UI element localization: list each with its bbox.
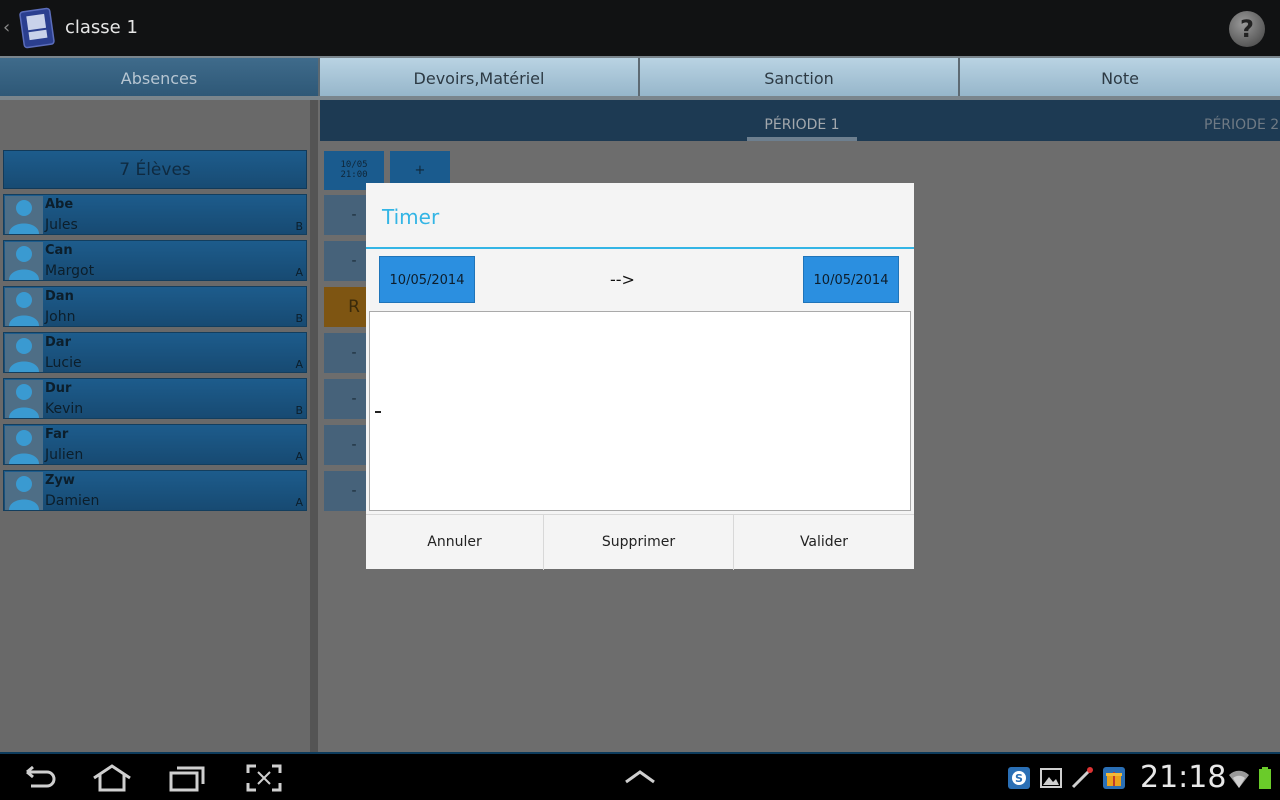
avatar-icon — [5, 334, 43, 372]
avatar-icon — [5, 380, 43, 418]
student-first-name: Kevin — [45, 401, 84, 417]
student-group: B — [295, 220, 303, 233]
back-icon[interactable] — [19, 764, 59, 792]
avatar-icon — [5, 426, 43, 464]
pen-icon[interactable] — [1070, 766, 1094, 790]
validate-button[interactable]: Valider — [734, 515, 914, 570]
period-tab-bar: PÉRIODE 1 PÉRIODE 2 — [320, 100, 1280, 141]
student-last-name: Dan — [45, 289, 74, 304]
students-count-header[interactable]: 7 Élèves — [3, 150, 307, 189]
tab-bar: Absences Devoirs,Matériel Sanction Note — [0, 56, 1280, 100]
timer-dialog: Timer 10/05/2014 --> 10/05/2014 Annuler … — [366, 183, 914, 570]
student-row[interactable]: Abe Jules B — [3, 194, 307, 235]
up-chevron-icon[interactable] — [620, 764, 660, 792]
student-last-name: Dur — [45, 381, 72, 396]
action-bar: ‹ classe 1 ? — [0, 0, 1280, 56]
gift-icon[interactable] — [1102, 766, 1126, 790]
student-last-name: Zyw — [45, 473, 75, 488]
tab-note[interactable]: Note — [960, 58, 1280, 96]
session-date: 10/05 — [340, 160, 368, 170]
student-group: A — [295, 496, 303, 509]
student-row[interactable]: Far Julien A — [3, 424, 307, 465]
student-first-name: Jules — [45, 217, 78, 233]
student-group: A — [295, 450, 303, 463]
delete-button[interactable]: Supprimer — [544, 515, 734, 570]
student-row[interactable]: Dar Lucie A — [3, 332, 307, 373]
app-title: classe 1 — [65, 17, 138, 38]
student-first-name: Damien — [45, 493, 100, 509]
skype-icon[interactable]: S — [1007, 766, 1031, 790]
cancel-button[interactable]: Annuler — [366, 515, 544, 570]
avatar-icon — [5, 196, 43, 234]
student-group: B — [295, 404, 303, 417]
avatar-icon — [5, 242, 43, 280]
end-date-button[interactable]: 10/05/2014 — [803, 256, 899, 303]
text-cursor — [375, 411, 381, 413]
student-group: B — [295, 312, 303, 325]
dialog-title-divider — [366, 247, 914, 249]
comment-textarea[interactable] — [369, 311, 911, 511]
avatar-icon — [5, 472, 43, 510]
student-row[interactable]: Can Margot A — [3, 240, 307, 281]
dialog-title: Timer — [382, 205, 440, 229]
student-first-name: John — [45, 309, 76, 325]
help-button[interactable]: ? — [1229, 11, 1265, 47]
active-tab-indicator — [747, 137, 857, 141]
student-last-name: Far — [45, 427, 69, 442]
session-time: 21:00 — [340, 170, 368, 180]
recent-apps-icon[interactable] — [167, 764, 207, 792]
student-last-name: Can — [45, 243, 73, 258]
tab-devoirs-materiel[interactable]: Devoirs,Matériel — [320, 58, 640, 96]
tab-periode-2[interactable]: PÉRIODE 2 — [1204, 117, 1279, 133]
book-icon[interactable] — [16, 6, 58, 50]
student-row[interactable]: Dan John B — [3, 286, 307, 327]
student-row[interactable]: Zyw Damien A — [3, 470, 307, 511]
svg-text:S: S — [1015, 772, 1023, 785]
student-first-name: Julien — [45, 447, 84, 463]
date-range-arrow: --> — [610, 270, 635, 289]
avatar-icon — [5, 288, 43, 326]
student-group: A — [295, 358, 303, 371]
student-first-name: Lucie — [45, 355, 82, 371]
back-chevron-icon[interactable]: ‹ — [3, 17, 10, 38]
student-first-name: Margot — [45, 263, 95, 279]
home-icon[interactable] — [92, 764, 132, 792]
status-clock: 21:18 — [1140, 760, 1227, 795]
student-list-pane: 7 Élèves Abe Jules B Can Margot A Dan Jo… — [0, 100, 310, 752]
student-group: A — [295, 266, 303, 279]
student-row[interactable]: Dur Kevin B — [3, 378, 307, 419]
pane-divider[interactable] — [310, 100, 318, 752]
student-last-name: Dar — [45, 335, 71, 350]
gallery-icon[interactable] — [1039, 766, 1063, 790]
wifi-icon — [1227, 766, 1251, 790]
start-date-button[interactable]: 10/05/2014 — [379, 256, 475, 303]
screenshot-icon[interactable] — [244, 764, 284, 792]
tab-sanction[interactable]: Sanction — [640, 58, 960, 96]
battery-icon — [1254, 766, 1278, 790]
system-navigation-bar: S 21:18 — [0, 752, 1280, 800]
dialog-button-bar: Annuler Supprimer Valider — [366, 514, 914, 570]
tab-absences[interactable]: Absences — [0, 58, 320, 96]
student-last-name: Abe — [45, 197, 74, 212]
